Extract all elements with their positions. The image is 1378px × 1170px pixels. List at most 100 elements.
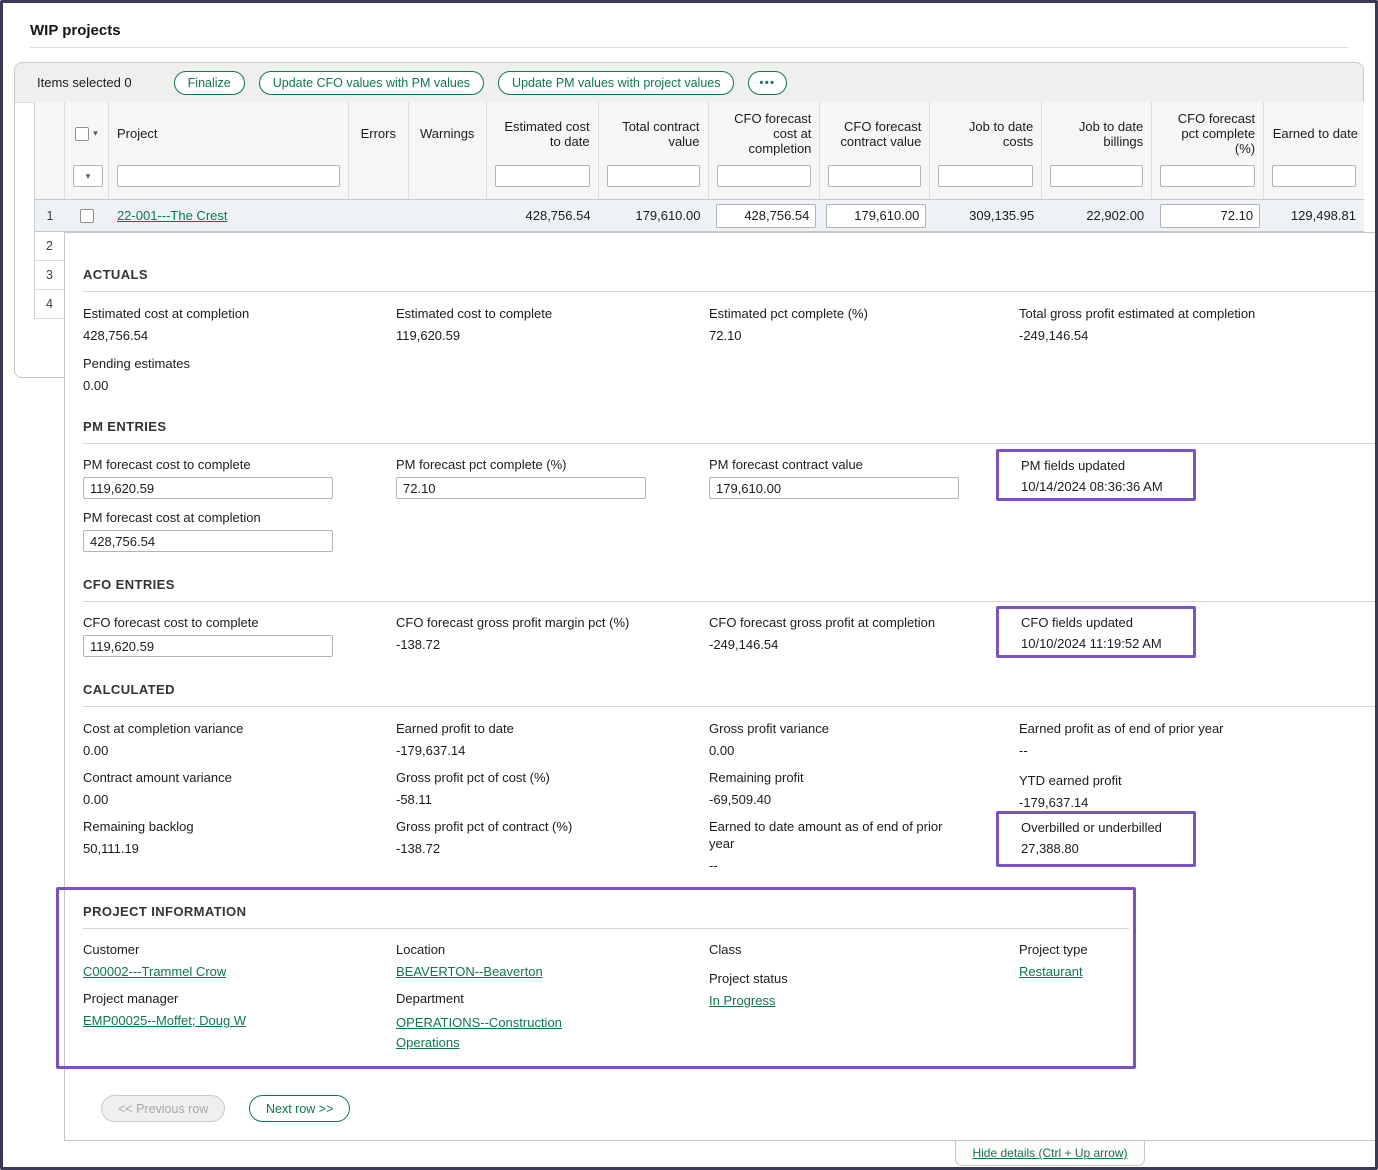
row-number: 2 [34,232,64,261]
column-label: Job to date billings [1042,102,1151,165]
update-cfo-values-button[interactable]: Update CFO values with PM values [259,71,484,95]
total-contract-value-cell: 179,610.00 [599,200,709,231]
project-link[interactable]: 22-001---The Crest [117,208,228,223]
pm-entries-heading: PM ENTRIES [83,419,166,434]
filter-cfo-contract-input[interactable] [828,165,921,187]
project-information-heading: PROJECT INFORMATION [83,904,246,919]
ytd-earned-profit-field: YTD earned profit -179,637.14 [1019,772,1319,811]
finalize-button[interactable]: Finalize [174,71,245,95]
wip-projects-page: WIP projects Items selected 0 Finalize U… [0,0,1378,1170]
estimated-cost-to-date-cell: 428,756.54 [487,200,599,231]
section-divider [83,443,1375,444]
pm-pct-complete-input[interactable] [396,477,646,499]
cfo-entries-heading: CFO ENTRIES [83,577,175,592]
warnings-cell [409,200,487,231]
table-row[interactable]: 1 22-001---The Crest 428,756.54 179,610.… [35,200,1364,232]
column-header-select: ▾ ▾ [65,102,109,199]
row-number: 1 [35,200,65,231]
cfo-pct-complete-input[interactable] [1160,204,1260,228]
column-label: Total contract value [599,102,708,165]
table-header-row: ▾ ▾ Project Errors Warnings Estimated co… [35,102,1364,200]
hide-details-tab[interactable]: Hide details (Ctrl + Up arrow) [955,1141,1145,1166]
page-title: WIP projects [30,22,121,39]
column-label: Estimated cost to date [487,102,598,165]
section-divider [83,706,1375,707]
pm-contract-value-input[interactable] [709,477,959,499]
filter-project-input[interactable] [117,165,340,187]
row-number: 3 [34,261,64,290]
column-label: Warnings [409,102,486,165]
pm-fields-updated-highlight: PM fields updated 10/14/2024 08:36:36 AM [996,449,1196,501]
cfo-cost-at-completion-input[interactable] [716,204,816,228]
chevron-down-icon[interactable]: ▾ [93,126,98,141]
filter-total-contract-input[interactable] [607,165,700,187]
section-divider [83,291,1375,292]
job-to-date-billings-cell: 22,902.00 [1042,200,1152,231]
select-row-checkbox[interactable] [80,209,94,223]
overbilled-underbilled-highlight: Overbilled or underbilled 27,388.80 [996,811,1196,867]
filter-cfo-cost-input[interactable] [717,165,812,187]
filter-estimated-cost-input[interactable] [495,165,590,187]
title-divider [30,47,1348,48]
column-header-cfo-contract-value[interactable]: CFO forecast contract value [820,102,930,199]
project-status-link[interactable]: In Progress [709,993,775,1008]
column-header-estimated-cost-to-date[interactable]: Estimated cost to date [487,102,599,199]
actuals-heading: ACTUALS [83,267,148,282]
update-pm-values-button[interactable]: Update PM values with project values [498,71,734,95]
pm-cost-at-completion-input[interactable] [83,530,333,552]
column-header-earned-to-date[interactable]: Earned to date [1264,102,1364,199]
column-header-cfo-cost-at-completion[interactable]: CFO forecast cost at completion [709,102,821,199]
remaining-backlog-field: Remaining backlog 50,111.19 [83,818,383,857]
column-header-total-contract-value[interactable]: Total contract value [599,102,709,199]
items-selected-count: Items selected 0 [37,75,132,90]
column-label: Earned to date [1264,102,1364,165]
project-manager-link[interactable]: EMP00025--Moffet; Doug W [83,1013,246,1028]
column-label: Project [109,102,348,165]
filter-jtd-costs-input[interactable] [938,165,1033,187]
filter-earned-to-date-input[interactable] [1272,165,1356,187]
remaining-profit-field: Remaining profit -69,509.40 [709,769,1009,808]
row-details-panel: ACTUALS Estimated cost at completion 428… [64,232,1375,1141]
pending-estimates-field: Pending estimates 0.00 [83,355,383,394]
customer-link[interactable]: C00002---Trammel Crow [83,964,226,979]
column-header-errors[interactable]: Errors [349,102,409,199]
select-all-checkbox[interactable] [75,127,89,141]
pm-pct-complete-field: PM forecast pct complete (%) [396,456,696,499]
column-header-job-to-date-billings[interactable]: Job to date billings [1042,102,1152,199]
project-type-link[interactable]: Restaurant [1019,964,1083,979]
column-header-job-to-date-costs[interactable]: Job to date costs [930,102,1042,199]
cost-at-completion-variance-field: Cost at completion variance 0.00 [83,720,383,759]
project-type-field: Project type Restaurant [1019,941,1319,980]
estimated-pct-complete-field: Estimated pct complete (%) 72.10 [709,305,1009,344]
department-field: Department OPERATIONS--Construction Oper… [396,990,696,1053]
filter-jtd-billings-input[interactable] [1050,165,1143,187]
gross-profit-pct-of-contract-field: Gross profit pct of contract (%) -138.72 [396,818,696,857]
location-field: Location BEAVERTON--Beaverton [396,941,696,980]
column-label: Job to date costs [930,102,1041,165]
job-to-date-costs-cell: 309,135.95 [930,200,1042,231]
column-label: Errors [349,102,408,165]
pm-cost-to-complete-input[interactable] [83,477,333,499]
previous-row-button[interactable]: << Previous row [101,1095,225,1122]
column-label: CFO forecast pct complete (%) [1152,102,1263,165]
cfo-cost-to-complete-input[interactable] [83,635,333,657]
department-link[interactable]: OPERATIONS--Construction Operations [396,1015,562,1050]
select-filter-dropdown[interactable]: ▾ [73,165,103,187]
filter-pct-complete-input[interactable] [1160,165,1255,187]
project-status-field: Project status In Progress [709,970,1009,1009]
errors-cell [349,200,409,231]
earned-to-date-cell: 129,498.81 [1264,200,1364,231]
earned-to-date-prior-year-field: Earned to date amount as of end of prior… [709,818,964,874]
contract-amount-variance-field: Contract amount variance 0.00 [83,769,383,808]
column-header-warnings[interactable]: Warnings [409,102,487,199]
estimated-cost-to-complete-field: Estimated cost to complete 119,620.59 [396,305,696,344]
cfo-contract-value-input[interactable] [826,204,926,228]
more-actions-button[interactable]: ••• [748,71,786,95]
grid-toolbar: Items selected 0 Finalize Update CFO val… [15,63,1363,103]
column-header-project[interactable]: Project [109,102,349,199]
column-header-cfo-pct-complete[interactable]: CFO forecast pct complete (%) [1152,102,1264,199]
location-link[interactable]: BEAVERTON--Beaverton [396,964,543,979]
next-row-button[interactable]: Next row >> [249,1095,350,1122]
hide-details-link[interactable]: Hide details (Ctrl + Up arrow) [972,1146,1127,1160]
wip-projects-table: ▾ ▾ Project Errors Warnings Estimated co… [34,102,1364,232]
